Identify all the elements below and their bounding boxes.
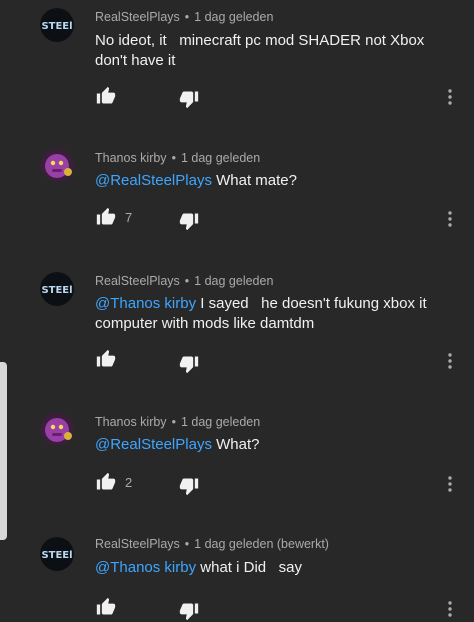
mention-link[interactable]: @Thanos kirby [95, 559, 196, 576]
comment-meta: RealSteelPlays • 1 dag geleden (bewerkt) [95, 537, 329, 551]
comment-author[interactable]: RealSteelPlays [95, 10, 180, 24]
separator-dot: • [184, 274, 190, 288]
comment-body: what i Did say [196, 559, 302, 576]
thumbs-up-icon[interactable] [95, 85, 117, 107]
comment-time: 1 dag geleden [194, 274, 274, 288]
mention-link[interactable]: @RealSteelPlays [95, 172, 212, 189]
steel-logo-avatar[interactable]: STEEl [40, 8, 74, 42]
comment-text: @RealSteelPlays What? [95, 435, 460, 455]
more-vert-icon[interactable] [440, 473, 460, 495]
thumbs-up-icon[interactable] [95, 471, 117, 493]
comment-text: @Thanos kirby what i Did say [95, 558, 460, 578]
separator-dot: • [171, 151, 176, 165]
comment-text: @RealSteelPlays What mate? [95, 171, 460, 191]
thumbs-down-icon[interactable] [178, 210, 200, 232]
steel-logo-avatar[interactable]: STEEl [40, 272, 74, 306]
comment-author[interactable]: Thanos kirby [95, 415, 167, 429]
comment-time: 1 dag geleden (bewerkt) [194, 537, 329, 551]
comment-body: No ideot, it minecraft pc mod SHADER not… [95, 32, 429, 69]
like-count: 2 [125, 474, 133, 490]
comment-actions: 7 [95, 206, 147, 228]
comment-time: 1 dag geleden [180, 415, 261, 429]
comment-meta: RealSteelPlays • 1 dag geleden [95, 10, 273, 24]
svg-text:STEEl: STEEl [41, 285, 72, 296]
svg-text:STEEl: STEEl [41, 21, 72, 32]
more-vert-icon[interactable] [440, 598, 460, 620]
dislike-action [178, 210, 200, 232]
separator-dot: • [184, 537, 190, 551]
svg-text:STEEl: STEEl [41, 550, 72, 561]
like-count: 7 [125, 209, 133, 225]
comment-body: What? [211, 436, 260, 453]
comment-time: 1 dag geleden [180, 151, 261, 165]
purple-kirby-avatar[interactable] [40, 412, 74, 446]
comment-meta: RealSteelPlays • 1 dag geleden [95, 274, 273, 288]
comment-author[interactable]: RealSteelPlays [95, 274, 180, 288]
thumbs-up-icon[interactable] [95, 348, 117, 370]
mention-link[interactable]: @RealSteelPlays [95, 436, 212, 453]
separator-dot: • [184, 10, 190, 24]
thumbs-up-icon[interactable] [95, 206, 117, 228]
more-vert-icon[interactable] [440, 208, 460, 230]
dislike-action [178, 475, 200, 497]
comment-meta: Thanos kirby • 1 dag geleden [95, 415, 260, 429]
thumbs-down-icon[interactable] [178, 353, 200, 375]
comment-body: What mate? [211, 172, 297, 189]
thumbs-up-icon[interactable] [95, 596, 117, 618]
thumbs-down-icon[interactable] [178, 600, 200, 622]
thumbs-down-icon[interactable] [178, 88, 200, 110]
comment-text: No ideot, it minecraft pc mod SHADER not… [95, 31, 460, 71]
scroll-edge-handle[interactable] [0, 362, 7, 540]
comment-actions [95, 596, 147, 618]
dislike-action [178, 88, 200, 110]
comment-author[interactable]: Thanos kirby [95, 151, 167, 165]
comment-actions: 2 [95, 471, 147, 493]
mention-link[interactable]: @Thanos kirby [95, 295, 196, 312]
purple-kirby-avatar[interactable] [40, 148, 74, 182]
more-vert-icon[interactable] [440, 350, 460, 372]
comment-author[interactable]: RealSteelPlays [95, 537, 180, 551]
more-vert-icon[interactable] [440, 86, 460, 108]
comment-actions [95, 348, 147, 370]
dislike-action [178, 600, 200, 622]
comment-time: 1 dag geleden [194, 10, 274, 24]
dislike-action [178, 353, 200, 375]
separator-dot: • [171, 415, 176, 429]
thumbs-down-icon[interactable] [178, 475, 200, 497]
steel-logo-avatar[interactable]: STEEl [40, 537, 74, 571]
comment-meta: Thanos kirby • 1 dag geleden [95, 151, 260, 165]
comment-actions [95, 85, 147, 107]
comment-text: @Thanos kirby I sayed he doesn't fukung … [95, 294, 460, 334]
